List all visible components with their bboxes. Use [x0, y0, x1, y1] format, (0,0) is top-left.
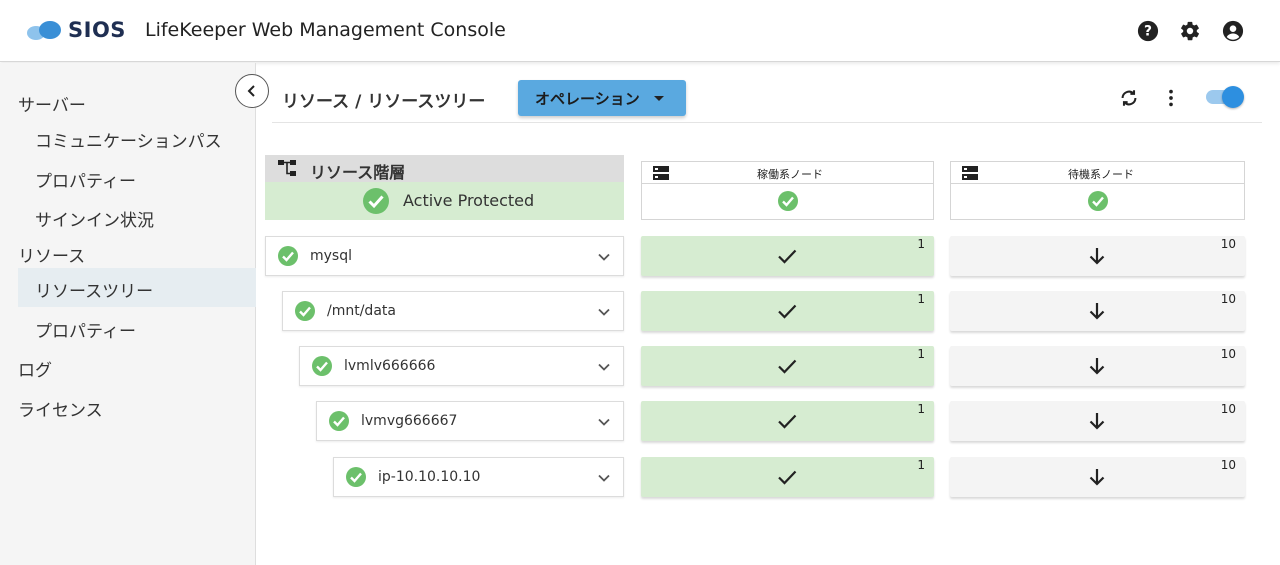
- check-circle-icon: [295, 301, 315, 321]
- priority-value: 1: [917, 292, 925, 306]
- standby-node-cell[interactable]: 10: [950, 457, 1245, 497]
- arrow-down-icon: [1089, 248, 1105, 265]
- priority-value: 1: [917, 402, 925, 416]
- chevron-down-icon[interactable]: [597, 305, 611, 319]
- sidebar-item-server-properties[interactable]: プロパティー: [35, 167, 136, 192]
- resource-name: lvmvg666667: [361, 413, 458, 429]
- sios-logo-icon: [27, 21, 61, 40]
- active-node-cell[interactable]: 1: [641, 236, 934, 276]
- standby-node-label: 待機系ノード: [1068, 168, 1134, 181]
- sidebar: サーバー コミュニケーションパス プロパティー サインイン状況 リソース リソー…: [0, 63, 256, 565]
- check-circle-icon: [778, 191, 798, 211]
- account-icon[interactable]: [1222, 20, 1244, 42]
- arrow-down-icon: [1089, 469, 1105, 486]
- resource-name: /mnt/data: [327, 303, 396, 319]
- priority-value: 1: [917, 458, 925, 472]
- hierarchy-tree-icon: [278, 160, 296, 176]
- check-circle-icon: [312, 356, 332, 376]
- server-icon: [962, 166, 978, 180]
- arrow-down-icon: [1089, 303, 1105, 320]
- check-icon: [778, 249, 797, 264]
- priority-value: 10: [1220, 458, 1236, 472]
- toggle-knob: [1222, 86, 1244, 108]
- resource-card[interactable]: ip-10.10.10.10: [333, 457, 624, 497]
- priority-value: 10: [1220, 402, 1236, 416]
- sidebar-item-resource[interactable]: リソース: [18, 242, 85, 267]
- priority-value: 10: [1220, 237, 1236, 251]
- resource-card[interactable]: mysql: [265, 236, 624, 276]
- view-toggle[interactable]: [1206, 86, 1244, 108]
- chevron-down-icon[interactable]: [597, 415, 611, 429]
- check-circle-icon: [363, 188, 389, 214]
- arrow-down-icon: [1089, 413, 1105, 430]
- priority-value: 1: [917, 347, 925, 361]
- sios-logo: SIOS: [26, 18, 126, 42]
- svg-text:?: ?: [1144, 24, 1152, 40]
- active-node-label: 稼働系ノード: [757, 168, 823, 181]
- active-node-cell[interactable]: 1: [641, 346, 934, 386]
- check-circle-icon: [278, 246, 298, 266]
- chevron-left-icon: [247, 85, 255, 97]
- sidebar-collapse-button[interactable]: [235, 74, 269, 108]
- resource-name: lvmlv666666: [344, 358, 436, 374]
- check-circle-icon: [1088, 191, 1108, 211]
- resource-name: ip-10.10.10.10: [378, 469, 481, 485]
- active-node-cell[interactable]: 1: [641, 291, 934, 331]
- sidebar-item-license[interactable]: ライセンス: [18, 396, 103, 421]
- active-node-cell[interactable]: 1: [641, 401, 934, 441]
- active-node-cell[interactable]: 1: [641, 457, 934, 497]
- standby-node-cell[interactable]: 10: [950, 236, 1245, 276]
- resource-card[interactable]: /mnt/data: [282, 291, 624, 331]
- priority-value: 10: [1220, 292, 1236, 306]
- refresh-icon[interactable]: [1118, 87, 1140, 109]
- operation-dropdown-button[interactable]: オペレーション: [518, 80, 686, 116]
- check-icon: [778, 304, 797, 319]
- node-header-divider: [642, 183, 933, 184]
- standby-node-cell[interactable]: 10: [950, 291, 1245, 331]
- chevron-down-icon[interactable]: [597, 471, 611, 485]
- hierarchy-title-bar: リソース階層: [265, 155, 624, 182]
- help-icon[interactable]: ?: [1137, 20, 1159, 42]
- gear-icon[interactable]: [1179, 20, 1201, 42]
- resource-name: mysql: [310, 248, 352, 264]
- standby-node-header: 待機系ノード: [950, 161, 1245, 220]
- server-icon: [653, 166, 669, 180]
- resource-card[interactable]: lvmlv666666: [299, 346, 624, 386]
- node-header-divider: [951, 183, 1244, 184]
- sidebar-item-server[interactable]: サーバー: [18, 91, 86, 116]
- sidebar-item-resource-tree[interactable]: リソースツリー: [35, 277, 153, 302]
- sidebar-item-resource-properties[interactable]: プロパティー: [35, 317, 136, 342]
- breadcrumb: リソース / リソースツリー: [282, 92, 486, 112]
- app-title: LifeKeeper Web Management Console: [145, 19, 506, 41]
- standby-node-cell[interactable]: 10: [950, 346, 1245, 386]
- more-vert-icon[interactable]: [1160, 87, 1182, 109]
- check-circle-icon: [346, 467, 366, 487]
- toolbar-divider: [272, 122, 1262, 123]
- chevron-down-icon[interactable]: [597, 360, 611, 374]
- sidebar-item-signin-status[interactable]: サインイン状況: [35, 206, 154, 231]
- hierarchy-status: Active Protected: [403, 191, 535, 210]
- active-node-header: 稼働系ノード: [641, 161, 934, 220]
- check-icon: [778, 414, 797, 429]
- priority-value: 10: [1220, 347, 1236, 361]
- sidebar-item-communication-path[interactable]: コミュニケーションパス: [35, 127, 222, 152]
- check-circle-icon: [329, 411, 349, 431]
- arrow-down-icon: [1089, 358, 1105, 375]
- chevron-down-icon[interactable]: [597, 250, 611, 264]
- check-icon: [778, 359, 797, 374]
- standby-node-cell[interactable]: 10: [950, 401, 1245, 441]
- caret-down-icon: [653, 95, 664, 101]
- check-icon: [778, 470, 797, 485]
- hierarchy-title: リソース階層: [310, 163, 406, 182]
- priority-value: 1: [917, 237, 925, 251]
- resource-card[interactable]: lvmvg666667: [316, 401, 624, 441]
- resource-hierarchy-header: リソース階層 Active Protected: [265, 155, 624, 220]
- brand-name: SIOS: [68, 18, 126, 42]
- app-header: SIOS LifeKeeper Web Management Console ?: [0, 0, 1280, 62]
- operation-button-label: オペレーション: [535, 89, 640, 108]
- sidebar-item-log[interactable]: ログ: [18, 356, 52, 381]
